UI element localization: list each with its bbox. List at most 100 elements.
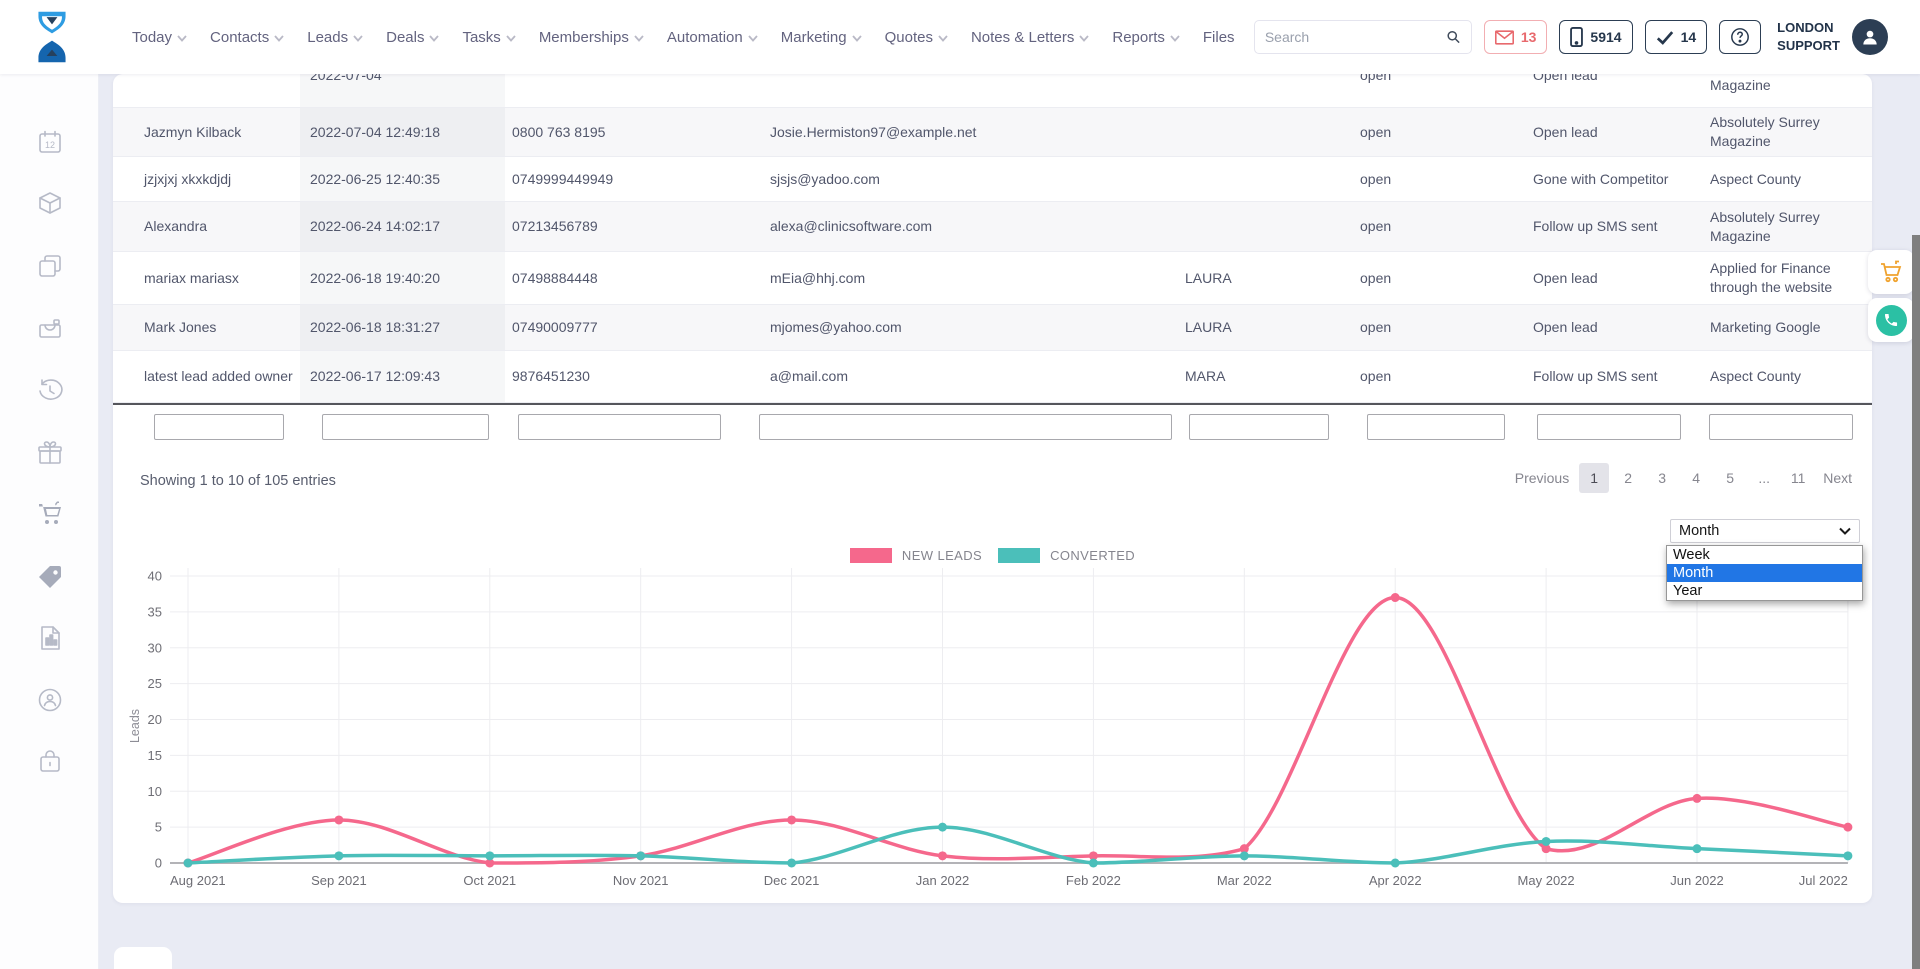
column-filter-input-source[interactable] bbox=[1709, 414, 1853, 440]
pagination-info: Showing 1 to 10 of 105 entries bbox=[140, 473, 336, 489]
nav-item-quotes[interactable]: Quotes bbox=[885, 29, 948, 46]
pagination-next[interactable]: Next bbox=[1817, 463, 1858, 493]
chevron-down-icon bbox=[852, 35, 862, 42]
cell-phone: 07498884448 bbox=[512, 252, 712, 304]
column-filter-input-status[interactable] bbox=[1367, 414, 1505, 440]
cell-date: 2022-06-18 18:31:27 bbox=[310, 305, 495, 350]
mail-notifications-badge[interactable]: 13 bbox=[1484, 20, 1548, 54]
cell-date: 2022-06-18 19:40:20 bbox=[310, 252, 495, 304]
sidebar-register-icon[interactable] bbox=[36, 314, 64, 342]
mobile-phone-icon bbox=[1570, 27, 1583, 47]
period-option-year[interactable]: Year bbox=[1667, 582, 1862, 600]
cell-source: Marketing Google bbox=[1710, 305, 1860, 350]
sidebar: 12 bbox=[0, 74, 99, 969]
nav-item-automation[interactable]: Automation bbox=[667, 29, 758, 46]
period-option-month[interactable]: Month bbox=[1667, 564, 1862, 582]
avatar[interactable] bbox=[1852, 19, 1888, 55]
svg-text:30: 30 bbox=[148, 640, 162, 655]
cell-date: 2022-06-25 12:40:35 bbox=[310, 157, 495, 201]
chevron-down-icon bbox=[1079, 35, 1089, 42]
sidebar-report-icon[interactable] bbox=[36, 624, 64, 652]
cell-lead_status: Open lead bbox=[1533, 252, 1698, 304]
column-filter-input-phone[interactable] bbox=[518, 414, 721, 440]
app-logo-hourglass-icon[interactable] bbox=[30, 9, 74, 65]
nav-item-memberships[interactable]: Memberships bbox=[539, 29, 644, 46]
table-row[interactable]: jzjxjxj xkxkdjdj2022-06-25 12:40:3507499… bbox=[113, 157, 1872, 202]
table-row[interactable]: latest lead added owner2022-06-17 12:09:… bbox=[113, 351, 1872, 403]
svg-text:Jul 2022: Jul 2022 bbox=[1799, 873, 1848, 888]
nav-item-deals[interactable]: Deals bbox=[386, 29, 439, 46]
svg-text:Mar 2022: Mar 2022 bbox=[1217, 873, 1272, 888]
pagination-page-1[interactable]: 1 bbox=[1579, 463, 1609, 493]
tasks-badge[interactable]: 14 bbox=[1645, 20, 1708, 54]
table-row[interactable]: 2022-07-04openOpen leadAbsolutely Surrey… bbox=[113, 74, 1872, 108]
chevron-down-icon bbox=[274, 35, 284, 42]
svg-text:Nov 2021: Nov 2021 bbox=[613, 873, 669, 888]
table-row[interactable]: Jazmyn Kilback2022-07-04 12:49:180800 76… bbox=[113, 108, 1872, 157]
pagination-page-3[interactable]: 3 bbox=[1647, 463, 1677, 493]
sidebar-gift-icon[interactable] bbox=[36, 439, 64, 467]
search-input[interactable] bbox=[1265, 29, 1446, 45]
cell-status: open bbox=[1360, 202, 1510, 251]
help-button[interactable] bbox=[1719, 20, 1761, 54]
legend-item-converted[interactable]: CONVERTED bbox=[998, 548, 1135, 563]
sidebar-lock-icon[interactable] bbox=[36, 748, 64, 776]
cell-email: mEia@hhj.com bbox=[770, 252, 1170, 304]
cart-widget-button[interactable] bbox=[1868, 250, 1914, 294]
user-name: LONDON SUPPORT bbox=[1777, 19, 1840, 54]
sidebar-history-icon[interactable] bbox=[36, 377, 64, 405]
sidebar-support-icon[interactable] bbox=[36, 686, 64, 714]
nav-item-notes-letters[interactable]: Notes & Letters bbox=[971, 29, 1089, 46]
cell-phone bbox=[512, 74, 712, 92]
nav-item-leads[interactable]: Leads bbox=[307, 29, 363, 46]
pagination-page-5[interactable]: 5 bbox=[1715, 463, 1745, 493]
search-box[interactable] bbox=[1254, 20, 1472, 54]
sidebar-copy-icon[interactable] bbox=[36, 252, 64, 280]
column-filter-input-lead_status[interactable] bbox=[1537, 414, 1681, 440]
column-filter-input-owner[interactable] bbox=[1189, 414, 1329, 440]
column-filter-input-name[interactable] bbox=[154, 414, 284, 440]
mail-icon bbox=[1495, 30, 1514, 45]
sidebar-cart-icon[interactable] bbox=[36, 500, 64, 528]
column-filter-input-email[interactable] bbox=[759, 414, 1172, 440]
chevron-down-icon bbox=[353, 35, 363, 42]
legend-item-new-leads[interactable]: NEW LEADS bbox=[850, 548, 982, 563]
call-widget-button[interactable] bbox=[1868, 298, 1914, 342]
table-row[interactable]: Alexandra2022-06-24 14:02:1707213456789a… bbox=[113, 202, 1872, 252]
nav-item-reports[interactable]: Reports bbox=[1112, 29, 1180, 46]
svg-text:25: 25 bbox=[148, 676, 162, 691]
cell-status: open bbox=[1360, 74, 1510, 92]
sidebar-calendar-icon[interactable]: 12 bbox=[36, 128, 64, 156]
cell-lead_status: Open lead bbox=[1533, 305, 1698, 350]
sidebar-tag-icon[interactable] bbox=[36, 563, 64, 591]
nav-item-files[interactable]: Files bbox=[1203, 29, 1235, 46]
cell-owner bbox=[1185, 202, 1335, 251]
help-icon bbox=[1730, 27, 1750, 47]
table-row[interactable]: mariax mariasx2022-06-18 19:40:200749888… bbox=[113, 252, 1872, 305]
period-select[interactable]: Month bbox=[1670, 519, 1860, 543]
cell-source: Aspect County bbox=[1710, 157, 1860, 201]
person-icon bbox=[1860, 27, 1880, 47]
table-row[interactable]: Mark Jones2022-06-18 18:31:2707490009777… bbox=[113, 305, 1872, 351]
pagination-page-2[interactable]: 2 bbox=[1613, 463, 1643, 493]
nav-item-contacts[interactable]: Contacts bbox=[210, 29, 284, 46]
chart-legend: NEW LEADS CONVERTED bbox=[133, 548, 1852, 563]
sidebar-package-icon[interactable] bbox=[36, 189, 64, 217]
search-icon[interactable] bbox=[1446, 28, 1461, 46]
chevron-down-icon bbox=[748, 35, 758, 42]
period-option-week[interactable]: Week bbox=[1667, 546, 1862, 564]
column-filter-input-date[interactable] bbox=[322, 414, 489, 440]
pagination-page-11[interactable]: 11 bbox=[1783, 463, 1813, 493]
cell-phone: 07490009777 bbox=[512, 305, 712, 350]
pagination-page-4[interactable]: 4 bbox=[1681, 463, 1711, 493]
pagination-previous[interactable]: Previous bbox=[1509, 463, 1575, 493]
nav-item-today[interactable]: Today bbox=[132, 29, 187, 46]
pagination-ellipsis[interactable]: ... bbox=[1749, 463, 1779, 493]
page-scrollbar-thumb[interactable] bbox=[1912, 235, 1920, 969]
sms-badge[interactable]: 5914 bbox=[1559, 20, 1632, 54]
nav-item-marketing[interactable]: Marketing bbox=[781, 29, 862, 46]
cell-lead_status: Follow up SMS sent bbox=[1533, 202, 1698, 251]
leads-content-card: 2022-07-04openOpen leadAbsolutely Surrey… bbox=[113, 74, 1872, 903]
nav-item-tasks[interactable]: Tasks bbox=[462, 29, 515, 46]
cell-source: Absolutely Surrey Magazine bbox=[1710, 108, 1860, 156]
